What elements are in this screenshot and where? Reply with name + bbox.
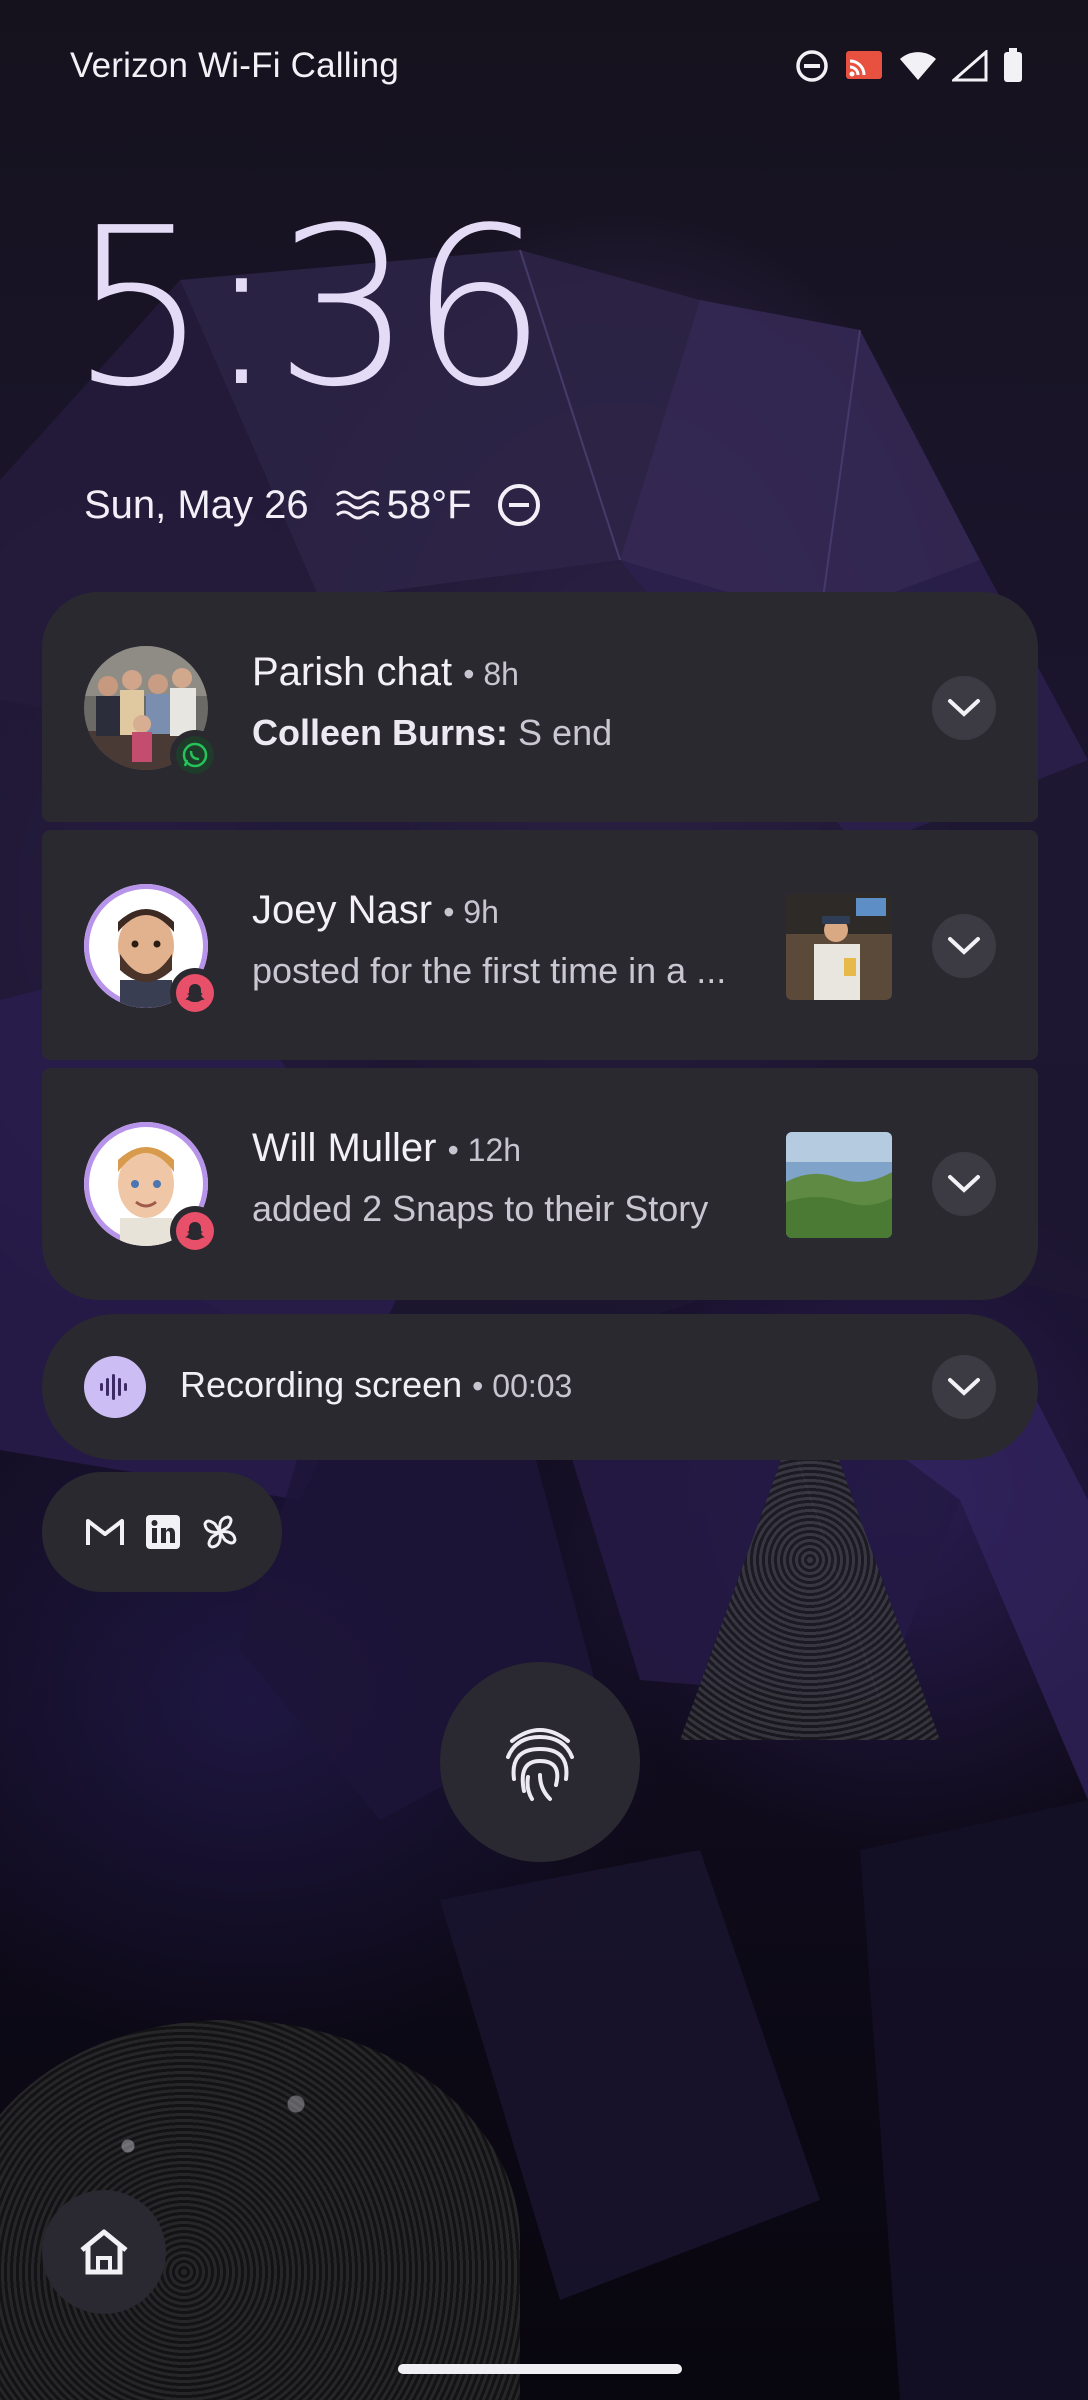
haze-icon xyxy=(335,490,379,520)
linkedin-icon xyxy=(146,1515,180,1549)
message-text: S end xyxy=(518,712,613,753)
whatsapp-icon xyxy=(182,742,208,768)
signal-icon xyxy=(952,50,988,82)
chevron-down-icon xyxy=(948,699,980,717)
notification-joey-nasr[interactable]: Joey Nasr • 9h posted for the first time… xyxy=(42,830,1038,1060)
notification-overflow-shelf[interactable] xyxy=(42,1472,282,1592)
date-label: Sun, May 26 xyxy=(84,482,309,527)
notification-message: added 2 Snaps to their Story xyxy=(252,1188,709,1229)
battery-icon xyxy=(1004,48,1022,82)
expand-button[interactable] xyxy=(932,676,996,740)
notification-parish-chat[interactable]: Parish chat • 8h Colleen Burns: S end xyxy=(42,592,1038,822)
dnd-icon xyxy=(497,484,540,526)
whatsapp-badge xyxy=(170,730,220,780)
lockscreen-clock: 5:36 xyxy=(70,182,548,435)
recording-title: Recording screen xyxy=(180,1364,463,1405)
date-weather-row[interactable]: Sun, May 26 58°F xyxy=(84,482,542,528)
snapchat-icon xyxy=(185,984,205,1002)
conversation-name: Parish chat xyxy=(252,650,453,694)
audio-wave-icon xyxy=(100,1374,127,1400)
notification-will-muller[interactable]: Will Muller • 12h added 2 Snaps to their… xyxy=(42,1068,1038,1300)
message-sender: Colleen Burns: xyxy=(252,712,509,753)
notification-message: Colleen Burns: S end xyxy=(252,712,612,754)
notification-recording-screen[interactable]: Recording screen • 00:03 xyxy=(42,1314,1038,1460)
status-icons xyxy=(794,48,1024,84)
pinwheel-icon xyxy=(203,1515,237,1549)
recording-time: • 00:03 xyxy=(472,1368,573,1404)
notification-time: • 9h xyxy=(443,894,499,930)
status-bar: Verizon Wi-Fi Calling xyxy=(0,0,1088,130)
fingerprint-sensor[interactable] xyxy=(440,1662,640,1862)
recording-badge xyxy=(84,1356,146,1418)
snap-thumbnail xyxy=(786,894,892,1000)
dnd-icon xyxy=(796,50,828,82)
weather[interactable]: 58°F xyxy=(333,483,472,528)
notification-title: Joey Nasr • 9h xyxy=(252,888,499,933)
chevron-down-icon xyxy=(948,937,980,955)
carrier-label: Verizon Wi-Fi Calling xyxy=(70,46,400,85)
chevron-down-icon xyxy=(948,1378,980,1396)
expand-button[interactable] xyxy=(932,914,996,978)
notification-stack: Parish chat • 8h Colleen Burns: S end Jo… xyxy=(42,592,1038,1308)
snapchat-icon xyxy=(185,1222,205,1240)
recording-label: Recording screen • 00:03 xyxy=(180,1364,572,1406)
gesture-nav-handle[interactable] xyxy=(398,2364,682,2374)
notification-time: • 8h xyxy=(463,656,519,692)
home-controls-shortcut[interactable] xyxy=(42,2190,166,2314)
sender-name: Will Muller xyxy=(252,1126,437,1170)
fingerprint-icon xyxy=(506,1728,574,1801)
notification-message: posted for the first time in a ... xyxy=(252,950,727,991)
chevron-down-icon xyxy=(948,1175,980,1193)
expand-button[interactable] xyxy=(932,1355,996,1419)
sender-name: Joey Nasr xyxy=(252,888,433,932)
wifi-icon xyxy=(900,52,936,80)
home-icon xyxy=(80,2229,128,2275)
temperature: 58°F xyxy=(386,482,472,527)
snapchat-badge xyxy=(170,1206,220,1256)
gmail-icon xyxy=(86,1519,124,1545)
notification-time: • 12h xyxy=(447,1132,522,1168)
snapchat-badge xyxy=(170,968,220,1018)
cast-icon xyxy=(846,51,882,79)
notification-title: Parish chat • 8h xyxy=(252,650,519,695)
expand-button[interactable] xyxy=(932,1152,996,1216)
snap-thumbnail xyxy=(786,1132,892,1238)
notification-title: Will Muller • 12h xyxy=(252,1126,521,1171)
